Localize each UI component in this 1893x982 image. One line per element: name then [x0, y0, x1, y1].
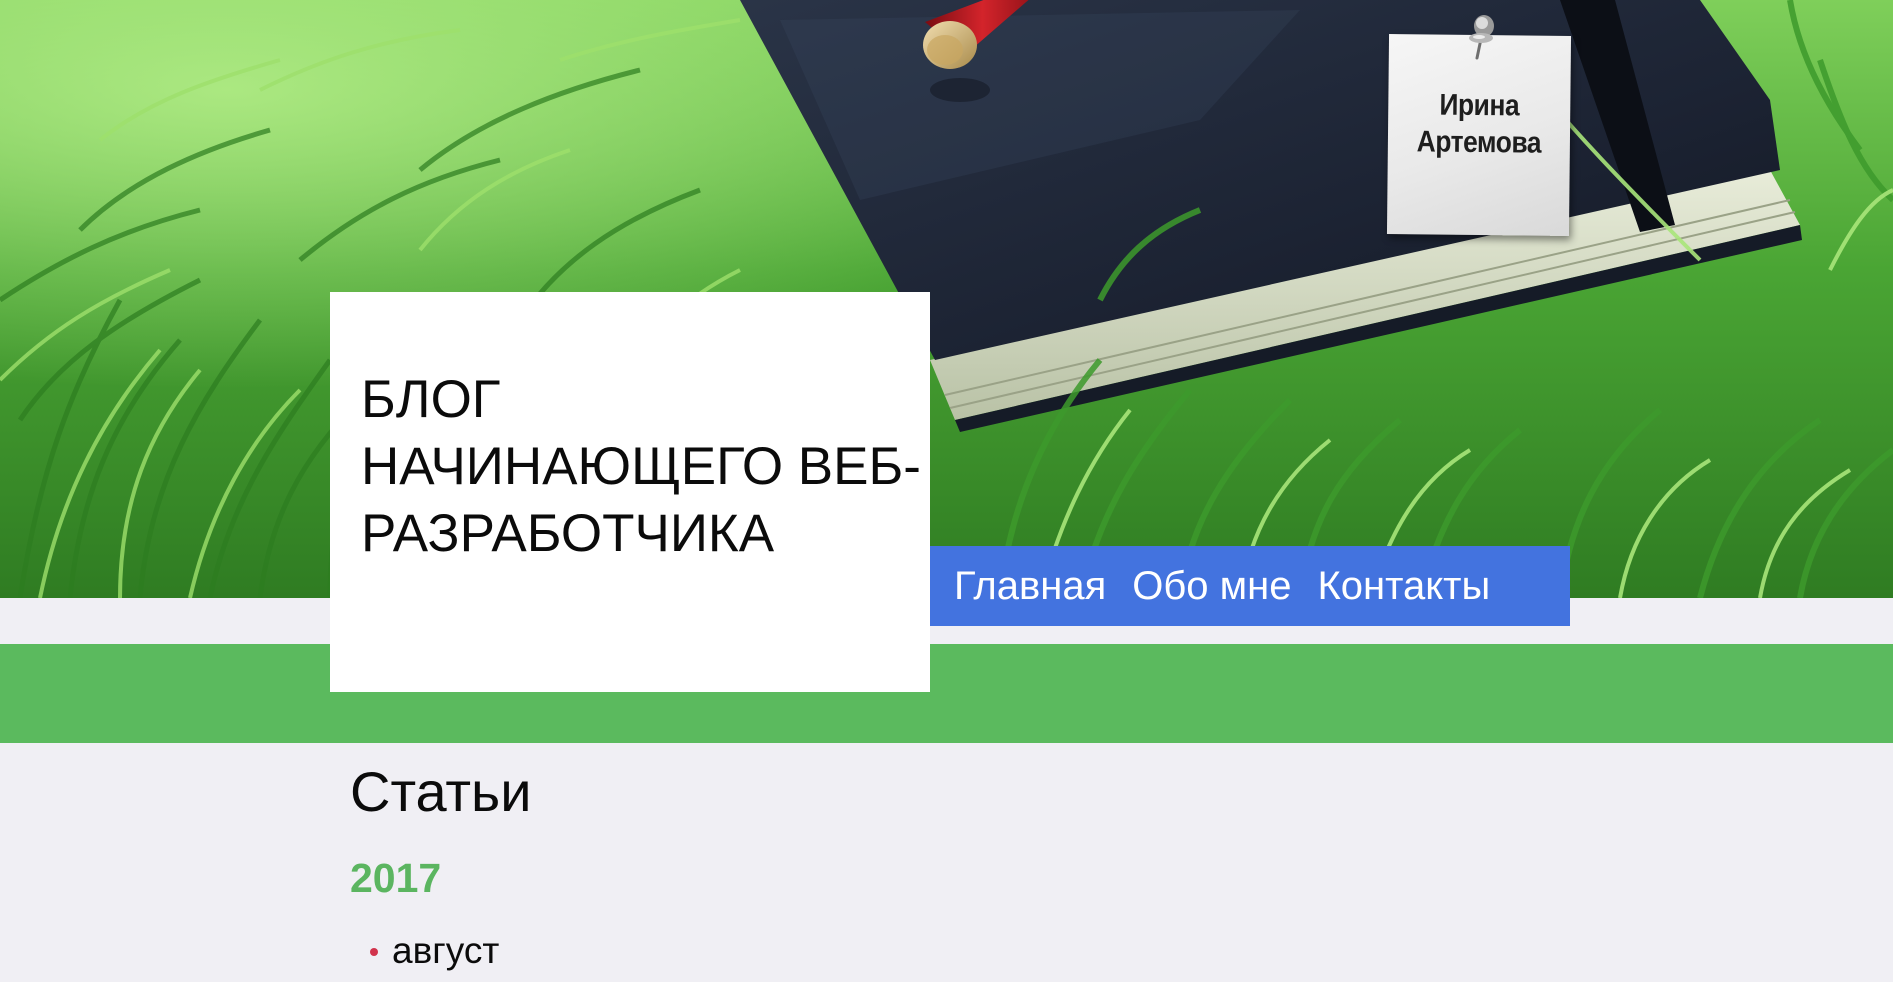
archive-month-list: август [350, 926, 1550, 976]
bullet-icon [370, 948, 378, 956]
articles-section: Статьи 2017 август [350, 752, 1550, 976]
green-header-band [0, 644, 1893, 743]
nav-link-about[interactable]: Обо мне [1132, 564, 1291, 609]
archive-month-label[interactable]: август [392, 930, 499, 971]
site-title: БЛОГ НАЧИНАЮЩЕГО ВЕБ-РАЗРАБОТЧИКА [361, 370, 921, 563]
author-name: Ирина Артемова [1416, 88, 1542, 160]
main-navigation: Главная Обо мне Контакты [930, 546, 1570, 626]
section-title: Статьи [350, 760, 532, 823]
header-banner-image [0, 0, 1893, 598]
nav-link-contacts[interactable]: Контакты [1317, 564, 1490, 609]
archive-year: 2017 [350, 855, 442, 901]
author-note-card: Ирина Артемова [1386, 34, 1572, 236]
nav-link-home[interactable]: Главная [954, 564, 1106, 609]
push-pin-icon [1469, 15, 1494, 60]
site-title-card: БЛОГ НАЧИНАЮЩЕГО ВЕБ-РАЗРАБОТЧИКА [330, 292, 930, 692]
list-item[interactable]: август [370, 926, 1550, 976]
